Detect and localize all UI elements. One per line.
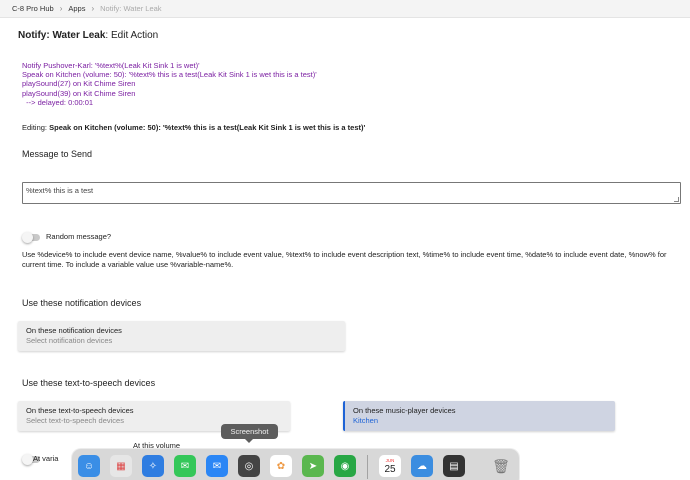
help-text: Use %device% to include event device nam… [22, 250, 667, 269]
editing-text: Speak on Kitchen (volume: 50): '%text% t… [49, 123, 366, 132]
summary-line: Notify Pushover-Karl: '%text%(Leak Kit S… [22, 61, 200, 70]
summary-line: --> delayed: 0:00:01 [22, 97, 94, 107]
page-title: Notify: Water Leak: Edit Action [18, 30, 159, 41]
tts-section-title: Use these text-to-speech devices [22, 378, 156, 388]
notification-select-label: On these notification devices [26, 326, 122, 335]
toggle-knob [22, 232, 33, 243]
breadcrumb-current: Notify: Water Leak [100, 4, 162, 13]
screenshot-tooltip: Screenshot [221, 424, 278, 443]
random-message-label: Random message? [46, 232, 112, 241]
finder-icon[interactable]: ☺ [78, 455, 100, 477]
summary-line: Speak on Kitchen (volume: 50): '%text% t… [22, 70, 317, 80]
message-textarea[interactable]: %text% this is a test [22, 182, 681, 204]
calendar-day: 25 [384, 463, 396, 475]
maps-icon[interactable]: ➤ [302, 455, 324, 477]
toggle-knob [22, 454, 33, 465]
app-name: Notify: Water Leak [18, 30, 106, 41]
photos-icon[interactable]: ✿ [270, 455, 292, 477]
chevron-right-icon: › [59, 4, 63, 13]
message-label: Message to Send [22, 149, 93, 159]
random-message-toggle[interactable] [22, 232, 40, 243]
tooltip-text: Screenshot [230, 427, 269, 436]
tts-select-label: On these text-to-speech devices [26, 406, 134, 415]
notification-section-title: Use these notification devices [22, 298, 142, 308]
summary-line: playSound(39) on Kit Chime Siren [22, 88, 136, 98]
action-summary: Notify Pushover-Karl: '%text%(Leak Kit S… [22, 61, 317, 107]
messages-icon[interactable]: ✉ [174, 455, 196, 477]
calendar-icon[interactable]: JUN 25 [379, 455, 401, 477]
music-player-select[interactable]: On these music-player devices Kitchen [343, 401, 615, 431]
resize-handle-icon[interactable] [674, 197, 679, 202]
breadcrumb-apps[interactable]: Apps [68, 4, 85, 13]
chevron-right-icon: › [91, 4, 95, 13]
mail-icon[interactable]: ✉ [206, 455, 228, 477]
calculator-icon[interactable]: ▤ [443, 455, 465, 477]
editing-line: Editing: Speak on Kitchen (volume: 50): … [22, 123, 365, 132]
breadcrumb: C-8 Pro Hub › Apps › Notify: Water Leak [0, 0, 690, 18]
launchpad-icon[interactable]: ▦ [110, 455, 132, 477]
screenshot-icon[interactable]: ◎ [238, 455, 260, 477]
variable-volume-label: At varia [33, 454, 59, 463]
weather-icon[interactable]: ☁ [411, 455, 433, 477]
dock-divider [367, 455, 368, 479]
music-select-label: On these music-player devices [353, 406, 456, 415]
safari-icon[interactable]: ✧ [142, 455, 164, 477]
music-select-value: Kitchen [353, 416, 379, 425]
find-my-icon[interactable]: ◉ [334, 455, 356, 477]
editing-prefix: Editing: [22, 123, 48, 132]
trash-icon[interactable]: 🗑 [490, 455, 512, 477]
summary-line: playSound(27) on Kit Chime Siren [22, 79, 136, 89]
breadcrumb-hub[interactable]: C-8 Pro Hub [12, 4, 54, 13]
message-value: %text% this is a test [26, 186, 94, 195]
action-name: Edit Action [110, 30, 159, 41]
notification-device-select[interactable]: On these notification devices Select not… [18, 321, 345, 351]
dock: ☺ ▦ ✧ ✉ ✉ ◎ ✿ ➤ ◉ JUN 25 ☁ ▤ 🗑 [71, 448, 520, 480]
notification-select-placeholder: Select notification devices [26, 336, 113, 345]
